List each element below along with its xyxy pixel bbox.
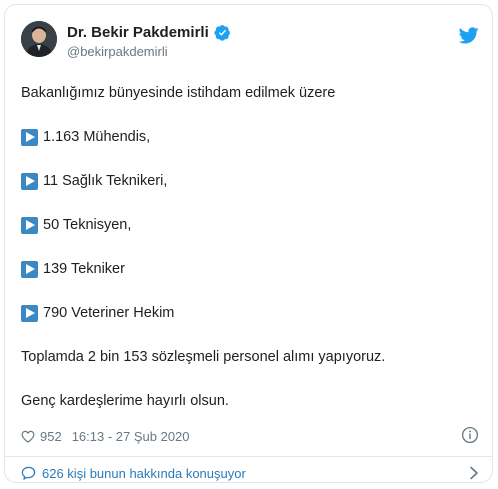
tweet-footer: 952 16:13 - 27 Şub 2020 bbox=[21, 426, 479, 446]
list-item: 139 Tekniker bbox=[21, 260, 479, 279]
conversation-link[interactable]: 626 kişi bunun hakkında konuşuyor bbox=[21, 462, 479, 484]
list-item: 50 Teknisyen, bbox=[21, 216, 479, 235]
tweet-text: Bakanlığımız bünyesinde istihdam edilmek… bbox=[21, 84, 479, 411]
list-item-text: 139 Tekniker bbox=[43, 261, 125, 277]
list-item-text: 1.163 Mühendis, bbox=[43, 129, 151, 145]
list-item-text: 50 Teknisyen, bbox=[43, 217, 132, 233]
like-count[interactable]: 952 bbox=[40, 429, 62, 444]
footer-divider bbox=[5, 456, 492, 457]
list-item-text: 790 Veteriner Hekim bbox=[43, 305, 175, 321]
list-item: 790 Veteriner Hekim bbox=[21, 304, 479, 323]
heart-icon[interactable] bbox=[21, 430, 35, 443]
speech-bubble-icon bbox=[21, 466, 36, 481]
list-item: 11 Sağlık Teknikeri, bbox=[21, 172, 479, 191]
info-icon[interactable] bbox=[461, 426, 479, 444]
tweet-header: Dr. Bekir Pakdemirli @bekirpakdemirli bbox=[21, 21, 479, 65]
avatar[interactable] bbox=[21, 21, 57, 57]
tweet-card: Dr. Bekir Pakdemirli @bekirpakdemirli Ba… bbox=[4, 4, 493, 483]
author-handle[interactable]: @bekirpakdemirli bbox=[67, 44, 231, 59]
list-item: 1.163 Mühendis, bbox=[21, 128, 479, 147]
play-button-emoji-icon bbox=[21, 173, 38, 190]
conversation-label: 626 kişi bunun hakkında konuşuyor bbox=[42, 465, 246, 481]
play-button-emoji-icon bbox=[21, 305, 38, 322]
play-button-emoji-icon bbox=[21, 261, 38, 278]
author-name[interactable]: Dr. Bekir Pakdemirli bbox=[67, 24, 209, 41]
tweet-summary: Toplamda 2 bin 153 sözleşmeli personel a… bbox=[21, 349, 386, 365]
author-info: Dr. Bekir Pakdemirli @bekirpakdemirli bbox=[67, 23, 231, 59]
play-button-emoji-icon bbox=[21, 217, 38, 234]
verified-badge-icon bbox=[214, 24, 231, 41]
chevron-right-icon[interactable] bbox=[469, 466, 479, 480]
tweet-intro: Bakanlığımız bünyesinde istihdam edilmek… bbox=[21, 85, 336, 101]
twitter-bird-icon[interactable] bbox=[458, 27, 479, 44]
play-button-emoji-icon bbox=[21, 129, 38, 146]
list-item-text: 11 Sağlık Teknikeri, bbox=[43, 173, 168, 189]
tweet-closing: Genç kardeşlerime hayırlı olsun. bbox=[21, 393, 229, 409]
tweet-timestamp[interactable]: 16:13 - 27 Şub 2020 bbox=[72, 429, 190, 444]
